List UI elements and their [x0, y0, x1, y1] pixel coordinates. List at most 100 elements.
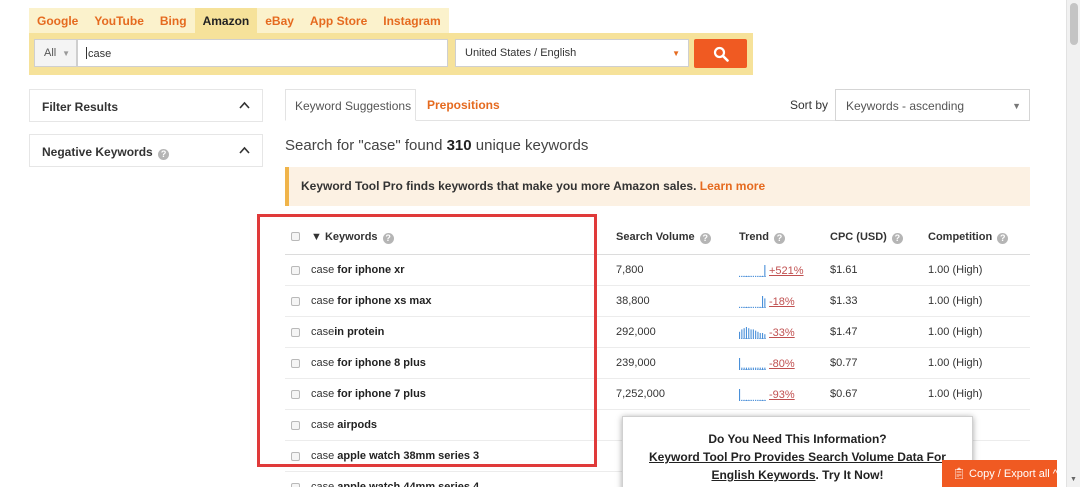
engine-tab-amazon[interactable]: Amazon: [194, 8, 258, 33]
table-row[interactable]: case for iphone xs max 38,800 -18% $1.33 1.0…: [285, 286, 1030, 317]
negative-keywords-panel[interactable]: Negative Keywords ?: [29, 134, 263, 167]
trend-cell[interactable]: -80%: [739, 357, 795, 370]
sparkline-bar: [748, 275, 750, 277]
popup-link-keywords[interactable]: English Keywords: [711, 468, 815, 482]
scroll-down-arrow[interactable]: ▼: [1070, 476, 1077, 483]
trend-column-header[interactable]: Trend ?: [739, 231, 786, 244]
table-header: ▼ Keywords ? Search Volume ? Trend ? CPC…: [285, 219, 1030, 255]
sparkline-bar: [755, 367, 757, 370]
search-volume-column-header[interactable]: Search Volume ?: [616, 231, 711, 244]
keyword-cell: case for iphone xr: [311, 264, 405, 276]
engine-tab-google[interactable]: Google: [29, 8, 86, 33]
competition-column-header[interactable]: Competition ?: [928, 231, 1009, 244]
help-icon[interactable]: ?: [997, 233, 1009, 244]
trend-cell[interactable]: -33%: [739, 326, 795, 339]
trend-percent[interactable]: -18%: [769, 296, 795, 308]
keyword-suffix: for iphone 8 plus: [334, 357, 426, 369]
row-checkbox[interactable]: [291, 421, 300, 430]
help-icon[interactable]: ?: [158, 149, 170, 160]
tab-keyword-suggestions[interactable]: Keyword Suggestions: [285, 89, 416, 121]
tab-prepositions[interactable]: Prepositions: [427, 98, 500, 112]
sparkline-bar: [762, 333, 764, 339]
popup-title: Do You Need This Information?: [708, 432, 887, 446]
row-checkbox[interactable]: [291, 452, 300, 461]
competition-cell: 1.00 (High): [928, 264, 983, 276]
keyword-base: case: [311, 450, 335, 462]
trend-cell[interactable]: -18%: [739, 295, 795, 308]
table-row[interactable]: case for iphone xr 7,800 +521% $1.61 1.00 (H…: [285, 255, 1030, 286]
trend-cell[interactable]: +521%: [739, 264, 804, 277]
scrollbar[interactable]: ▼: [1066, 0, 1080, 487]
trend-header-label: Trend: [739, 231, 769, 243]
copy-export-button[interactable]: 📋︎ Copy / Export all ^: [942, 460, 1058, 487]
filter-results-label: Filter Results: [42, 100, 119, 114]
locale-select[interactable]: United States / English ▼: [455, 39, 689, 67]
scope-value: All: [44, 47, 57, 59]
cpc-cell: $1.33: [830, 295, 858, 307]
results-summary-suffix: unique keywords: [475, 137, 589, 154]
table-row[interactable]: case for iphone 7 plus 7,252,000 -93% $0.67…: [285, 379, 1030, 410]
trend-sparkline: [739, 265, 767, 277]
help-icon[interactable]: ?: [699, 233, 711, 244]
search-button[interactable]: [694, 39, 747, 68]
competition-cell: 1.00 (High): [928, 357, 983, 369]
engine-tab-youtube[interactable]: YouTube: [86, 8, 152, 33]
cpc-column-header[interactable]: CPC (USD) ?: [830, 231, 903, 244]
row-checkbox[interactable]: [291, 266, 300, 275]
trend-percent[interactable]: -33%: [769, 327, 795, 339]
search-volume-cell: 38,800: [616, 295, 650, 307]
trend-cell[interactable]: -93%: [739, 388, 795, 401]
keywords-column-header[interactable]: ▼ Keywords ?: [311, 231, 394, 244]
scope-select[interactable]: All ▼: [34, 39, 77, 67]
results-tabs: Keyword Suggestions Prepositions Sort by…: [285, 89, 1030, 121]
sparkline-bar: [755, 399, 757, 401]
sparkline-bar: [755, 275, 757, 277]
sparkline-bar: [757, 331, 759, 339]
filter-results-panel[interactable]: Filter Results: [29, 89, 263, 122]
help-icon[interactable]: ?: [382, 233, 394, 244]
row-checkbox[interactable]: [291, 328, 300, 337]
row-checkbox[interactable]: [291, 390, 300, 399]
results-summary-prefix: Search for "case" found: [285, 137, 443, 154]
help-icon[interactable]: ?: [774, 233, 786, 244]
sparkline-bar: [741, 306, 743, 308]
keyword-suffix: for iphone xr: [334, 264, 405, 276]
learn-more-link[interactable]: Learn more: [700, 179, 765, 193]
scrollbar-thumb[interactable]: [1070, 3, 1078, 45]
sort-select[interactable]: Keywords - ascending ▼: [835, 89, 1030, 121]
popup-link[interactable]: Keyword Tool Pro Provides Search Volume …: [649, 450, 946, 464]
negative-keywords-label: Negative Keywords: [42, 145, 153, 159]
chevron-down-icon: ▼: [62, 49, 70, 58]
table-row[interactable]: casein protein 292,000 -33% $1.47 1.00 (High…: [285, 317, 1030, 348]
sparkline-bar: [759, 399, 761, 401]
search-volume-header-label: Search Volume: [616, 231, 695, 243]
keyword-cell: casein protein: [311, 326, 384, 338]
engine-tab-bing[interactable]: Bing: [152, 8, 195, 33]
row-checkbox[interactable]: [291, 359, 300, 368]
sparkline-bar: [759, 333, 761, 339]
row-checkbox[interactable]: [291, 297, 300, 306]
search-input[interactable]: case: [77, 39, 448, 67]
competition-cell: 1.00 (High): [928, 295, 983, 307]
keyword-base: case: [311, 357, 335, 369]
table-row[interactable]: case for iphone 8 plus 239,000 -80% $0.77 1.…: [285, 348, 1030, 379]
select-all-checkbox[interactable]: [291, 232, 300, 241]
keyword-base: case: [311, 419, 335, 431]
engine-tab-app-store[interactable]: App Store: [302, 8, 375, 33]
sparkline-bar: [750, 306, 752, 308]
sparkline-bar: [741, 399, 743, 401]
trend-percent[interactable]: -80%: [769, 358, 795, 370]
trend-percent[interactable]: -93%: [769, 389, 795, 401]
row-checkbox[interactable]: [291, 483, 300, 487]
engine-tab-ebay[interactable]: eBay: [257, 8, 302, 33]
trend-percent[interactable]: +521%: [769, 265, 804, 277]
clipboard-icon: 📋︎: [952, 468, 966, 480]
sparkline-bar: [745, 275, 747, 277]
chevron-up-icon: [239, 146, 250, 154]
sparkline-bar: [752, 399, 754, 401]
keyword-suffix: for iphone 7 plus: [334, 388, 426, 400]
engine-tab-instagram[interactable]: Instagram: [375, 8, 448, 33]
sparkline-bar: [739, 358, 741, 370]
help-icon[interactable]: ?: [891, 233, 903, 244]
chevron-down-icon: ▼: [672, 49, 680, 58]
